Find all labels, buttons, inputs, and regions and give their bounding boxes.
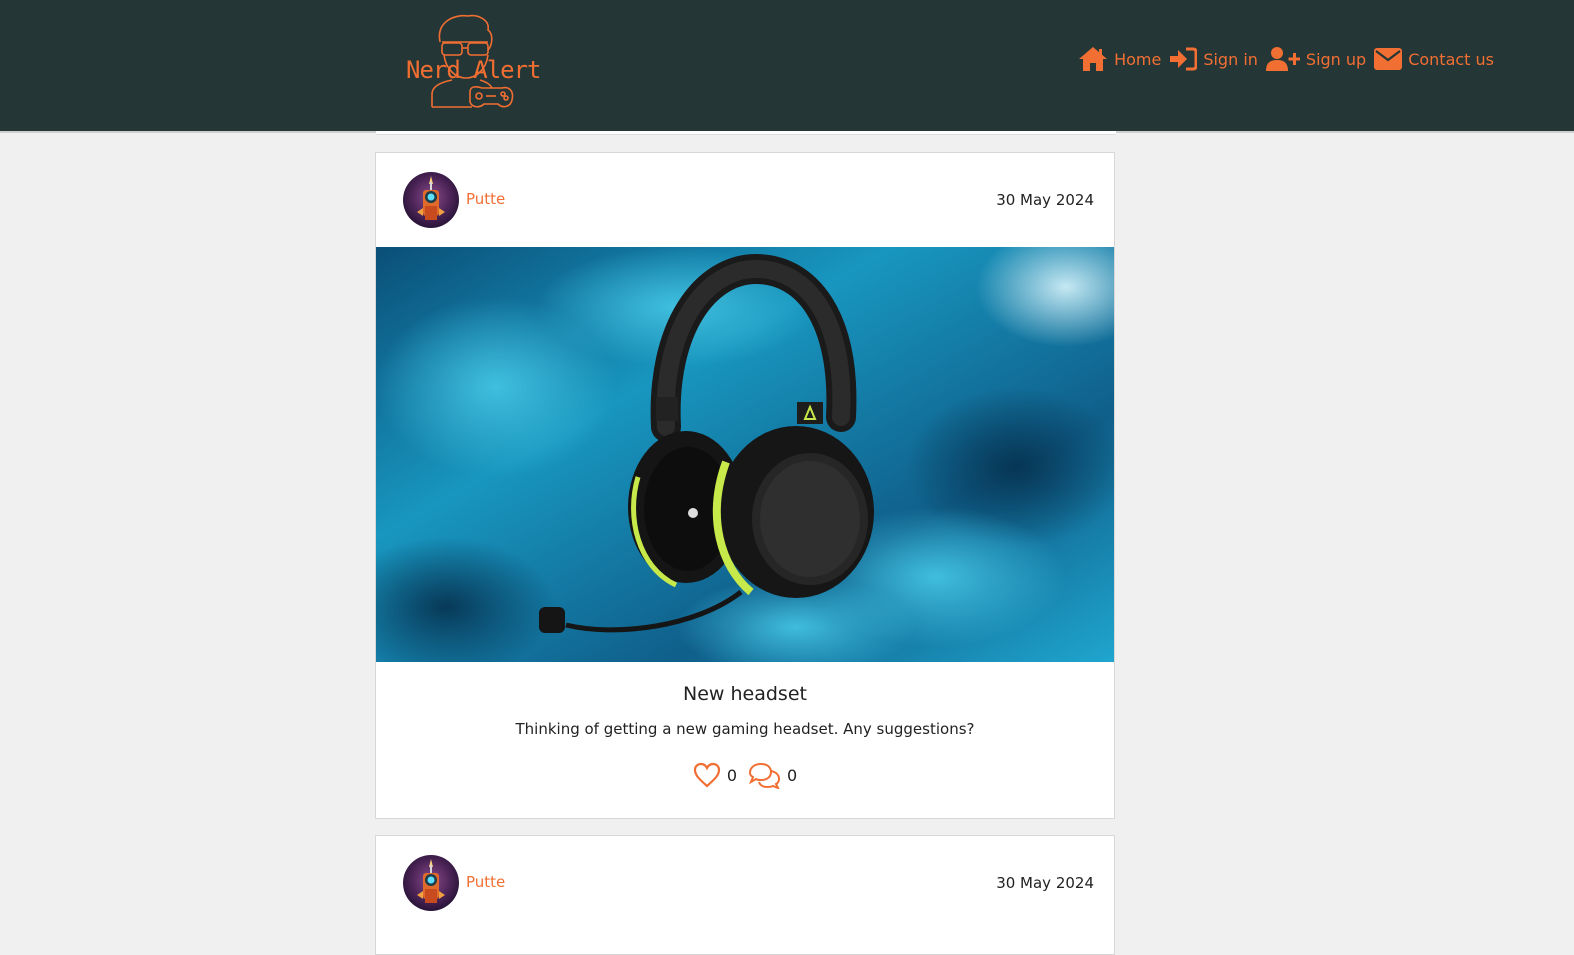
post-body: Thinking of getting a new gaming headset… xyxy=(515,720,975,738)
logo-text: Nerd Alert xyxy=(406,56,541,84)
avatar[interactable] xyxy=(403,172,459,228)
envelope-icon xyxy=(1374,48,1403,70)
nav-sign-in-label: Sign in xyxy=(1203,49,1258,69)
robot-avatar-icon xyxy=(403,172,459,228)
nav-home[interactable]: Home xyxy=(1078,46,1161,72)
post-author[interactable]: Putte xyxy=(466,190,505,208)
nav-sign-up[interactable]: Sign up xyxy=(1265,47,1367,71)
nerd-alert-logo[interactable]: Nerd Alert xyxy=(402,12,541,112)
post-header: Putte 30 May 2024 xyxy=(376,836,1114,930)
previous-card-edge xyxy=(376,131,1116,135)
user-plus-icon xyxy=(1265,47,1300,71)
post-date: 30 May 2024 xyxy=(996,191,1094,209)
post-date: 30 May 2024 xyxy=(996,874,1094,892)
navbar: Nerd Alert Home Sign in Sign up Contact … xyxy=(0,0,1574,133)
home-icon xyxy=(1079,47,1108,71)
nav-contact[interactable]: Contact us xyxy=(1374,48,1494,70)
nav-contact-label: Contact us xyxy=(1408,49,1494,69)
like-count: 0 xyxy=(726,765,737,785)
heart-icon[interactable] xyxy=(693,762,721,788)
nav-home-label: Home xyxy=(1114,49,1162,69)
avatar[interactable] xyxy=(403,855,459,911)
post-card: Putte 30 May 2024 xyxy=(375,835,1115,955)
post-header: Putte 30 May 2024 xyxy=(376,153,1114,247)
sign-in-icon xyxy=(1170,47,1198,71)
post-author[interactable]: Putte xyxy=(466,873,505,891)
main-nav: Home Sign in Sign up Contact us xyxy=(1078,46,1494,72)
comment-count: 0 xyxy=(787,765,798,785)
post-image[interactable] xyxy=(376,247,1114,662)
post-title: New headset xyxy=(683,683,807,705)
robot-avatar-icon xyxy=(403,855,459,911)
nav-sign-in[interactable]: Sign in xyxy=(1169,47,1258,71)
comments-icon[interactable] xyxy=(747,761,781,789)
post-card: Putte 30 May 2024 xyxy=(375,152,1115,819)
post-stats: 0 0 xyxy=(376,761,1114,789)
headset-photo xyxy=(376,247,1114,662)
nav-sign-up-label: Sign up xyxy=(1305,49,1367,69)
